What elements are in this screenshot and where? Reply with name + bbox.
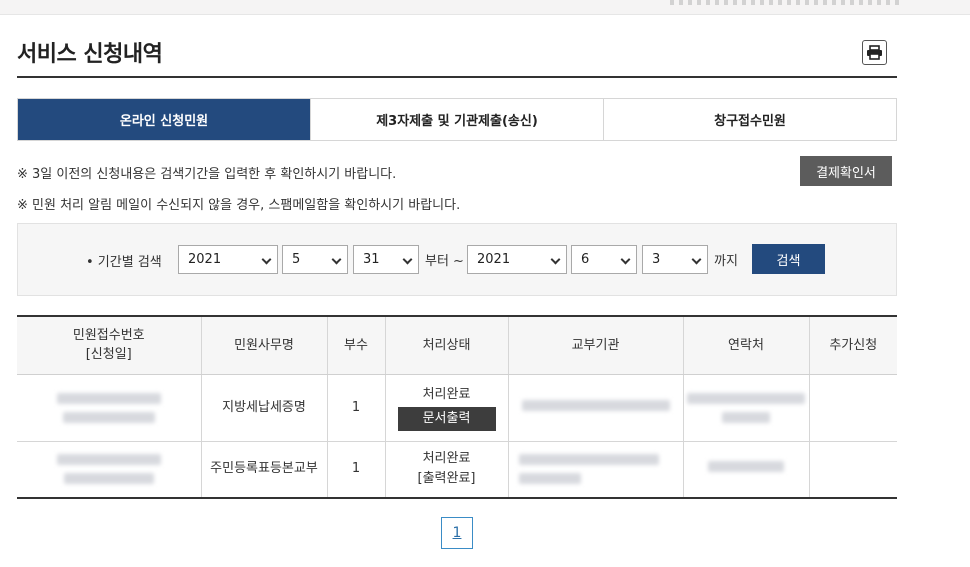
- chevron-down-icon: [620, 254, 631, 265]
- table-row: 주민등록표등본교부 1 처리완료 [출력완료]: [17, 441, 897, 499]
- cell-service-name: 지방세납세증명: [201, 374, 328, 442]
- tab-online-applications[interactable]: 온라인 신청민원: [18, 99, 311, 140]
- tab-counter-applications[interactable]: 창구접수민원: [604, 99, 896, 140]
- search-period-label: • 기간별 검색: [86, 255, 162, 270]
- pagination-page-1[interactable]: 1: [441, 517, 473, 549]
- header-service-name: 민원사무명: [201, 315, 328, 375]
- to-month-value: 6: [581, 252, 590, 267]
- tab-third-party-submission[interactable]: 제3자제출 및 기관제출(송신): [311, 99, 604, 140]
- cell-receipt-number-redacted: [17, 374, 202, 442]
- to-day-select[interactable]: 3: [642, 245, 708, 274]
- from-month-value: 5: [292, 252, 301, 267]
- status-text: 처리완료: [422, 451, 471, 467]
- chevron-down-icon: [331, 254, 342, 265]
- to-year-select[interactable]: 2021: [467, 245, 567, 274]
- page-title: 서비스 신청내역: [17, 42, 163, 67]
- search-button[interactable]: 검색: [752, 244, 825, 274]
- cell-contact-redacted: [683, 441, 810, 499]
- to-word: 까지: [714, 254, 738, 269]
- notice-spam-mail: ※ 민원 처리 알림 메일이 수신되지 않을 경우, 스팸메일함을 확인하시기 …: [17, 198, 461, 213]
- header-receipt-number-label: 민원접수번호: [72, 328, 145, 344]
- chevron-down-icon: [261, 254, 272, 265]
- cell-copies: 1: [327, 374, 386, 442]
- table-row: 지방세납세증명 1 처리완료 문서출력: [17, 374, 897, 442]
- from-day-select[interactable]: 31: [353, 245, 419, 274]
- header-issuing-agency: 교부기관: [508, 315, 684, 375]
- cell-copies: 1: [327, 441, 386, 499]
- from-year-value: 2021: [188, 252, 222, 267]
- cell-status: 처리완료 문서출력: [385, 374, 509, 442]
- chevron-down-icon: [402, 254, 413, 265]
- print-button[interactable]: [862, 40, 887, 65]
- cell-additional-request: [809, 374, 897, 442]
- header-receipt-date-label: [신청일]: [85, 347, 132, 363]
- chevron-down-icon: [550, 254, 561, 265]
- printer-icon: [867, 45, 882, 60]
- to-month-select[interactable]: 6: [571, 245, 637, 274]
- header-status: 처리상태: [385, 315, 509, 375]
- title-row: 서비스 신청내역: [17, 36, 897, 78]
- print-document-button[interactable]: 문서출력: [397, 406, 496, 431]
- print-status-text: [출력완료]: [417, 471, 476, 487]
- cell-additional-request: [809, 441, 897, 499]
- notice-search-period: ※ 3일 이전의 신청내용은 검색기간을 입력한 후 확인하시기 바랍니다.: [17, 167, 397, 182]
- from-word: 부터 ~: [425, 254, 464, 269]
- table-header-row: 민원접수번호 [신청일] 민원사무명 부수 처리상태 교부기관 연락처 추가신청: [17, 315, 897, 375]
- chevron-down-icon: [691, 254, 702, 265]
- service-tabs: 온라인 신청민원 제3자제출 및 기관제출(송신) 창구접수민원: [17, 98, 897, 141]
- from-year-select[interactable]: 2021: [178, 245, 278, 274]
- top-utility-bar: [0, 0, 970, 15]
- cell-agency-redacted: [508, 374, 684, 442]
- header-additional-request: 추가신청: [809, 315, 897, 375]
- top-utility-links-redacted: [670, 0, 900, 5]
- to-day-value: 3: [652, 252, 661, 267]
- from-month-select[interactable]: 5: [282, 245, 348, 274]
- to-year-value: 2021: [477, 252, 511, 267]
- header-contact: 연락처: [683, 315, 810, 375]
- from-day-value: 31: [363, 252, 380, 267]
- cell-agency-redacted: [508, 441, 684, 499]
- period-search-box: • 기간별 검색 2021 5 31 부터 ~ 2021 6 3 까지 검색: [17, 223, 897, 296]
- header-receipt-number: 민원접수번호 [신청일]: [17, 315, 202, 375]
- application-history-table: 민원접수번호 [신청일] 민원사무명 부수 처리상태 교부기관 연락처 추가신청…: [17, 315, 897, 499]
- cell-service-name: 주민등록표등본교부: [201, 441, 328, 499]
- cell-receipt-number-redacted: [17, 441, 202, 499]
- header-copies: 부수: [327, 315, 386, 375]
- status-text: 처리완료: [422, 386, 471, 402]
- payment-receipt-button[interactable]: 결제확인서: [800, 156, 892, 186]
- cell-status: 처리완료 [출력완료]: [385, 441, 509, 499]
- cell-contact-redacted: [683, 374, 810, 442]
